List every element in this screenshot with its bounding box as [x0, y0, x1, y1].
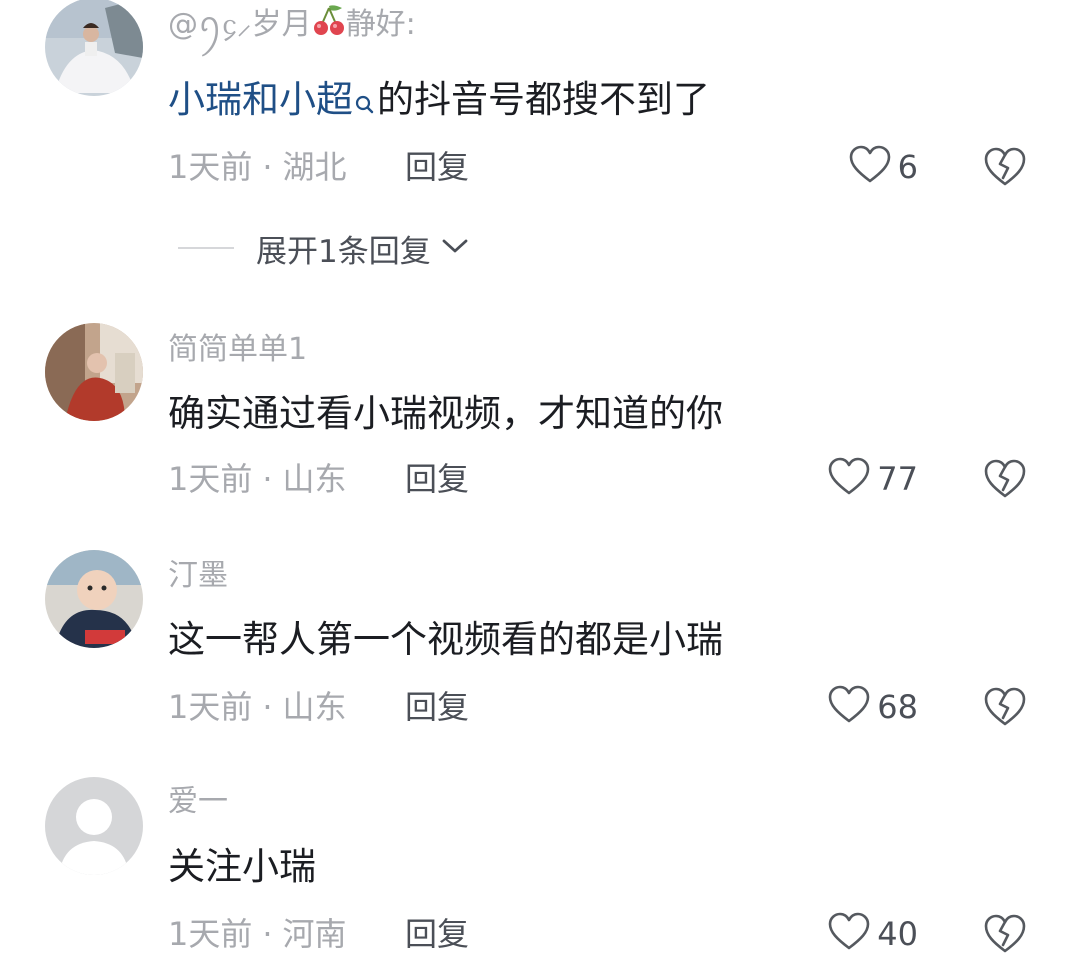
search-icon — [353, 82, 375, 130]
broken-heart-icon — [983, 459, 1027, 504]
comment-time: 1天前 — [168, 915, 253, 953]
comment-meta: 1天前 · 湖北 — [168, 146, 347, 188]
username[interactable]: 爱一 — [168, 782, 228, 822]
avatar[interactable] — [45, 0, 143, 96]
expand-replies-label: 展开1条回复 — [256, 233, 431, 270]
search-link[interactable]: 小瑞和小超 — [168, 78, 377, 121]
avatar[interactable] — [45, 550, 143, 648]
username[interactable]: 简简单单1 — [168, 330, 307, 370]
cherry-icon — [312, 2, 346, 49]
comment-time: 1天前 — [168, 148, 253, 186]
like-button[interactable]: 77 — [827, 457, 918, 501]
meta-separator: · — [262, 460, 273, 498]
comment-meta: 1天前 · 山东 — [168, 686, 347, 728]
dislike-button[interactable] — [983, 913, 1027, 955]
like-button[interactable]: 40 — [827, 912, 918, 956]
comment-text: 关注小瑞 — [168, 845, 316, 888]
username[interactable]: 汀墨 — [168, 556, 228, 596]
reply-button[interactable]: 回复 — [405, 458, 469, 500]
comment-location: 山东 — [282, 460, 347, 498]
like-count: 68 — [877, 688, 918, 726]
like-count: 6 — [897, 148, 918, 186]
broken-heart-icon — [983, 687, 1027, 732]
comment-location: 河南 — [282, 915, 347, 953]
broken-heart-icon — [983, 147, 1027, 192]
heart-icon — [827, 912, 871, 956]
comment-location: 山东 — [282, 688, 347, 726]
heart-icon — [848, 145, 892, 189]
avatar[interactable] — [45, 323, 143, 421]
meta-separator: · — [262, 148, 273, 186]
search-link-label: 小瑞和小超 — [168, 78, 353, 121]
meta-separator: · — [262, 688, 273, 726]
reply-button[interactable]: 回复 — [405, 913, 469, 955]
heart-icon — [827, 457, 871, 501]
comment-meta: 1天前 · 山东 — [168, 458, 347, 500]
username-text-tail: 静好: — [345, 7, 416, 42]
avatar-placeholder[interactable] — [45, 777, 143, 875]
reply-button[interactable]: 回复 — [405, 146, 469, 188]
chevron-down-icon — [441, 237, 469, 259]
comment-text: 小瑞和小超 的抖音号都搜不到了 — [168, 76, 710, 130]
comment-text: 这一帮人第一个视频看的都是小瑞 — [168, 618, 723, 661]
broken-heart-icon — [983, 914, 1027, 959]
comment-time: 1天前 — [168, 460, 253, 498]
comment-location: 湖北 — [282, 148, 347, 186]
comment-text: 确实通过看小瑞视频，才知道的你 — [168, 392, 723, 435]
like-button[interactable]: 6 — [848, 145, 918, 189]
comment-time: 1天前 — [168, 688, 253, 726]
username[interactable]: @ꪆ᧔⸝岁月 静好: — [168, 2, 416, 49]
like-count: 77 — [877, 460, 918, 498]
username-text: @ꪆ᧔⸝岁月 — [168, 7, 312, 42]
like-count: 40 — [877, 915, 918, 953]
comment-meta: 1天前 · 河南 — [168, 913, 347, 955]
dislike-button[interactable] — [983, 458, 1027, 500]
expand-replies[interactable]: 展开1条回复 — [178, 228, 469, 270]
like-button[interactable]: 68 — [827, 685, 918, 729]
comment-text-rest: 的抖音号都搜不到了 — [377, 78, 710, 121]
meta-separator: · — [262, 915, 273, 953]
reply-button[interactable]: 回复 — [405, 686, 469, 728]
dislike-button[interactable] — [983, 146, 1027, 188]
divider-line — [178, 247, 234, 249]
heart-icon — [827, 685, 871, 729]
dislike-button[interactable] — [983, 686, 1027, 728]
